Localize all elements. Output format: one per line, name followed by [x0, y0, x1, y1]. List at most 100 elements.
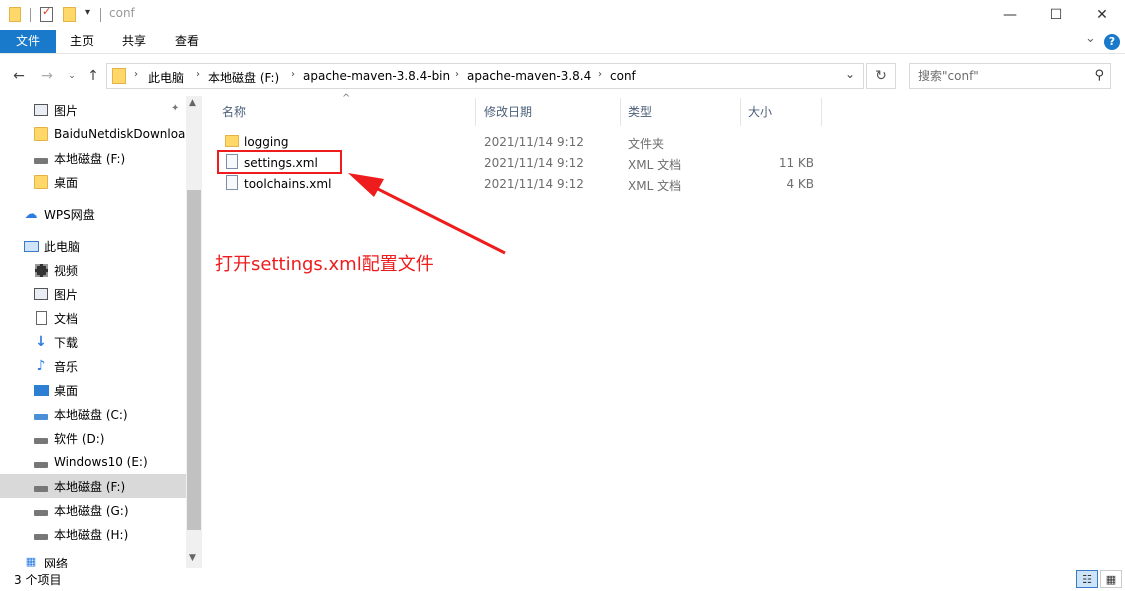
nav-item-music[interactable]: ♪ 音乐: [0, 354, 186, 378]
nav-item-drive-f[interactable]: 本地磁盘 (F:): [0, 474, 186, 498]
breadcrumb-separator[interactable]: ›: [196, 69, 200, 80]
scroll-down-icon[interactable]: ▼: [189, 553, 196, 563]
column-header-size[interactable]: 大小: [748, 98, 818, 126]
nav-item-label: 桌面: [54, 175, 79, 190]
forward-arrow-icon[interactable]: →: [38, 67, 56, 85]
breadcrumb-separator[interactable]: ›: [134, 69, 138, 80]
column-divider[interactable]: [740, 98, 741, 126]
minimize-button[interactable]: —: [987, 0, 1033, 30]
file-modified: 2021/11/14 9:12: [484, 135, 584, 149]
file-type: XML 文档: [628, 179, 682, 193]
breadcrumb-separator[interactable]: ›: [455, 69, 459, 80]
nav-item-pictures-pinned[interactable]: 图片 ✦: [0, 98, 186, 122]
nav-item-videos[interactable]: 视频: [0, 258, 186, 282]
details-view-icon[interactable]: ☷: [1076, 570, 1098, 588]
column-divider[interactable]: [821, 98, 822, 126]
file-type: XML 文档: [628, 158, 682, 172]
status-bar: [0, 568, 1125, 591]
expand-ribbon-icon[interactable]: ⌄: [1085, 31, 1096, 46]
scroll-up-icon[interactable]: ▲: [189, 98, 196, 108]
window-title: conf: [109, 6, 135, 20]
recent-locations-icon[interactable]: ⌄: [63, 67, 81, 85]
tab-view[interactable]: 查看: [163, 30, 211, 53]
properties-icon[interactable]: ✓: [40, 5, 53, 24]
maximize-button[interactable]: ☐: [1033, 0, 1079, 30]
breadcrumb-maven[interactable]: apache-maven-3.8.4: [467, 69, 591, 83]
breadcrumb-drive-f[interactable]: 本地磁盘 (F:): [208, 69, 279, 86]
folder-icon: [9, 6, 21, 24]
system-drive-icon: [33, 407, 49, 421]
video-icon: [33, 263, 49, 277]
table-row[interactable]: logging 2021/11/14 9:12 文件夹: [215, 131, 825, 152]
divider: [30, 8, 31, 22]
breadcrumb-separator[interactable]: ›: [291, 69, 295, 80]
up-arrow-icon[interactable]: ↑: [84, 67, 102, 85]
search-icon[interactable]: ⚲: [1094, 68, 1104, 83]
nav-item-drive-f-quick[interactable]: 本地磁盘 (F:): [0, 146, 186, 170]
column-header-name[interactable]: 名称: [222, 98, 472, 126]
column-divider[interactable]: [620, 98, 621, 126]
nav-item-label: 网络: [44, 557, 69, 568]
drive-icon: [33, 503, 49, 517]
nav-item-drive-g[interactable]: 本地磁盘 (G:): [0, 498, 186, 522]
nav-item-pictures[interactable]: 图片: [0, 282, 186, 306]
new-folder-icon[interactable]: [63, 6, 76, 24]
tab-share[interactable]: 共享: [110, 30, 158, 53]
nav-item-label: 本地磁盘 (G:): [54, 503, 129, 518]
pin-icon[interactable]: ✦: [171, 103, 179, 114]
tab-home[interactable]: 主页: [58, 30, 106, 53]
drive-icon: [33, 151, 49, 165]
tab-file[interactable]: 文件: [0, 30, 56, 53]
folder-icon: [225, 135, 239, 147]
drive-icon: [33, 527, 49, 541]
documents-icon: [33, 311, 49, 325]
nav-item-label: 本地磁盘 (F:): [54, 151, 126, 166]
nav-item-label: 文档: [54, 311, 79, 326]
nav-item-drive-c[interactable]: 本地磁盘 (C:): [0, 402, 186, 426]
download-icon: ↓: [35, 334, 47, 350]
refresh-button[interactable]: ↻: [866, 63, 896, 89]
file-name: logging: [244, 135, 289, 149]
nav-item-baidu[interactable]: BaiduNetdiskDownload: [0, 122, 186, 146]
file-type: 文件夹: [628, 137, 665, 151]
xml-file-icon: [226, 175, 238, 190]
nav-item-desktop[interactable]: 桌面: [0, 378, 186, 402]
breadcrumb-this-pc[interactable]: 此电脑: [148, 69, 184, 86]
customize-toolbar-icon[interactable]: ▾: [85, 7, 90, 18]
nav-scrollbar-thumb[interactable]: [187, 190, 201, 530]
close-button[interactable]: ✕: [1079, 0, 1125, 30]
search-input[interactable]: [918, 68, 1088, 84]
title-bar: ✓ ▾ conf — ☐ ✕: [0, 0, 1125, 30]
back-arrow-icon[interactable]: ←: [10, 67, 28, 85]
music-icon: ♪: [36, 358, 46, 374]
cloud-icon: ☁: [24, 206, 38, 222]
network-icon: ▦: [25, 554, 37, 568]
column-header-type[interactable]: 类型: [628, 98, 738, 126]
nav-item-downloads[interactable]: ↓ 下载: [0, 330, 186, 354]
nav-item-network[interactable]: ▦ 网络: [0, 554, 186, 569]
folder-icon: [33, 175, 49, 189]
column-divider[interactable]: [475, 98, 476, 126]
address-bar[interactable]: › 此电脑 › 本地磁盘 (F:) › apache-maven-3.8.4-b…: [106, 63, 864, 89]
table-row[interactable]: toolchains.xml 2021/11/14 9:12 XML 文档 4 …: [215, 173, 825, 194]
address-dropdown-icon[interactable]: ⌄: [845, 67, 855, 81]
nav-item-wps[interactable]: ☁ WPS网盘: [0, 202, 186, 226]
nav-item-drive-d[interactable]: 软件 (D:): [0, 426, 186, 450]
search-box[interactable]: ⚲: [909, 63, 1111, 89]
help-icon[interactable]: ?: [1104, 34, 1120, 50]
breadcrumb-conf[interactable]: conf: [610, 69, 636, 83]
nav-item-desktop-quick[interactable]: 桌面: [0, 170, 186, 194]
nav-item-this-pc[interactable]: 此电脑: [0, 234, 186, 258]
folder-icon: [112, 68, 126, 84]
annotation-arrow: [348, 173, 506, 255]
nav-item-label: 音乐: [54, 359, 79, 374]
nav-item-label: 视频: [54, 263, 79, 278]
nav-item-drive-e[interactable]: Windows10 (E:): [0, 450, 186, 474]
column-header-modified[interactable]: 修改日期: [484, 98, 614, 126]
breadcrumb-maven-bin[interactable]: apache-maven-3.8.4-bin: [303, 69, 450, 83]
large-icons-view-icon[interactable]: ▦: [1100, 570, 1122, 588]
nav-item-label: 本地磁盘 (F:): [54, 479, 126, 494]
nav-item-drive-h[interactable]: 本地磁盘 (H:): [0, 522, 186, 546]
nav-item-documents[interactable]: 文档: [0, 306, 186, 330]
breadcrumb-separator[interactable]: ›: [598, 69, 602, 80]
